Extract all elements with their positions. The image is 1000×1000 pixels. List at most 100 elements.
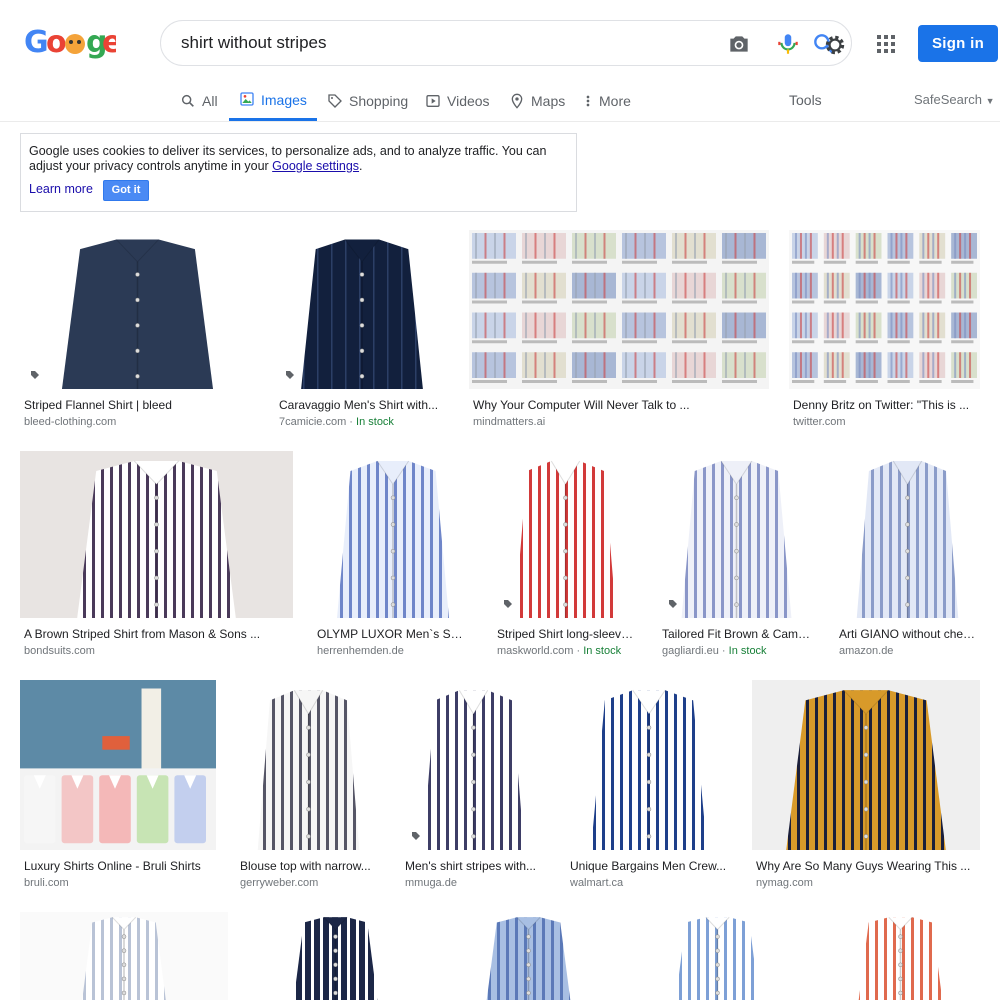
product-tag-icon	[499, 597, 517, 611]
apps-grid-icon[interactable]	[874, 32, 898, 56]
result-thumbnail[interactable]	[658, 451, 815, 618]
result-title[interactable]: Tailored Fit Brown & Camel...	[662, 627, 811, 641]
result-title[interactable]: Striped Shirt long-sleeve...	[497, 627, 634, 641]
tools-button[interactable]: Tools	[789, 92, 822, 108]
result-thumbnail[interactable]	[752, 680, 980, 850]
image-result[interactable]: Denny Britz on Twitter: "This is ... twit…	[789, 230, 980, 435]
voice-search-icon[interactable]	[775, 31, 801, 57]
search-box[interactable]	[160, 20, 852, 66]
image-result[interactable]: Caravaggio Men's Shirt with... 7camicie.c…	[275, 230, 449, 435]
result-thumbnail[interactable]	[313, 451, 473, 618]
result-title[interactable]: Denny Britz on Twitter: "This is ...	[793, 398, 976, 412]
result-source: amazon.de	[839, 645, 976, 657]
search-icon	[181, 94, 194, 107]
result-title[interactable]: Why Are So Many Guys Wearing This ...	[756, 859, 976, 873]
result-title[interactable]: Striped Flannel Shirt | bleed	[24, 398, 251, 412]
tab-images[interactable]: Images	[229, 80, 317, 121]
result-thumbnail[interactable]	[236, 680, 381, 850]
image-result[interactable]	[443, 912, 614, 1000]
image-result[interactable]	[634, 912, 801, 1000]
image-result[interactable]: Tailored Fit Brown & Camel... gagliardi.e…	[658, 451, 815, 664]
result-source: bleed-clothing.com	[24, 416, 251, 428]
sign-in-button[interactable]: Sign in	[918, 25, 998, 62]
image-result[interactable]: Why Are So Many Guys Wearing This ... nym…	[752, 680, 980, 896]
product-tag-icon	[281, 368, 299, 382]
separator: ·	[573, 645, 584, 657]
tab-all[interactable]: All	[180, 80, 218, 121]
result-title[interactable]: Blouse top with narrow...	[240, 859, 377, 873]
gear-icon[interactable]	[822, 32, 848, 58]
result-title[interactable]: Caravaggio Men's Shirt with...	[279, 398, 445, 412]
result-title[interactable]: Men's shirt stripes with...	[405, 859, 542, 873]
camera-icon[interactable]	[726, 31, 752, 57]
image-result[interactable]: Why Your Computer Will Never Talk to ...…	[469, 230, 769, 435]
result-title[interactable]: OLYMP LUXOR Men`s Shirt ...	[317, 627, 469, 641]
result-thumbnail[interactable]	[20, 680, 216, 850]
tab-label: Maps	[531, 92, 566, 109]
stock-status: In stock	[356, 416, 394, 428]
learn-more-link[interactable]: Learn more	[29, 182, 93, 197]
result-source: gagliardi.eu · In stock	[662, 645, 811, 657]
result-thumbnail[interactable]	[20, 230, 255, 389]
result-title[interactable]: Luxury Shirts Online - Bruli Shirts	[24, 859, 212, 873]
image-result[interactable]: Striped Shirt long-sleeve... maskworld.co…	[493, 451, 638, 664]
image-result[interactable]	[20, 912, 228, 1000]
product-tag-icon	[407, 829, 425, 843]
result-thumbnail[interactable]	[821, 912, 980, 1000]
result-source: nymag.com	[756, 877, 976, 889]
result-thumbnail[interactable]	[789, 230, 980, 389]
result-source: 7camicie.com · In stock	[279, 416, 445, 428]
google-settings-link[interactable]: Google settings	[272, 159, 359, 173]
tab-videos[interactable]: Videos	[425, 80, 490, 121]
cookie-text-end: .	[359, 159, 363, 173]
image-result[interactable]	[821, 912, 980, 1000]
search-input[interactable]	[181, 29, 701, 57]
result-thumbnail[interactable]	[493, 451, 638, 618]
result-thumbnail[interactable]	[469, 230, 769, 389]
result-source: walmart.ca	[570, 877, 728, 889]
image-result[interactable]: Luxury Shirts Online - Bruli Shirts bruli…	[20, 680, 216, 896]
svg-text:e: e	[102, 25, 116, 60]
result-thumbnail[interactable]	[275, 230, 449, 389]
google-doodle-logo[interactable]: G o g e	[24, 22, 122, 62]
image-result[interactable]: Blouse top with narrow... gerryweber.com	[236, 680, 381, 896]
result-thumbnail[interactable]	[20, 451, 293, 618]
image-result[interactable]	[248, 912, 423, 1000]
stock-status: In stock	[728, 645, 767, 657]
source-domain: gerryweber.com	[240, 877, 319, 889]
image-result[interactable]: OLYMP LUXOR Men`s Shirt ... herrenhemden.…	[313, 451, 473, 664]
result-source: mmuga.de	[405, 877, 542, 889]
source-domain: walmart.ca	[570, 877, 624, 889]
image-result[interactable]: A Brown Striped Shirt from Mason & Sons …	[20, 451, 293, 664]
result-thumbnail[interactable]	[401, 680, 546, 850]
result-thumbnail[interactable]	[835, 451, 980, 618]
result-title[interactable]: Arti GIANO without chest...	[839, 627, 976, 641]
map-pin-icon	[511, 93, 523, 109]
result-title[interactable]: Why Your Computer Will Never Talk to ...	[473, 398, 765, 412]
source-domain: maskworld.com	[497, 645, 574, 657]
image-result[interactable]: Men's shirt stripes with... mmuga.de	[401, 680, 546, 896]
result-thumbnail[interactable]	[248, 912, 423, 1000]
result-thumbnail[interactable]	[634, 912, 801, 1000]
result-thumbnail[interactable]	[443, 912, 614, 1000]
svg-text:o: o	[46, 25, 67, 60]
tab-shopping[interactable]: Shopping	[327, 80, 408, 121]
source-domain: gagliardi.eu	[662, 645, 719, 657]
source-domain: mindmatters.ai	[473, 416, 546, 428]
tab-label: All	[202, 92, 218, 109]
source-domain: twitter.com	[793, 416, 846, 428]
got-it-button[interactable]: Got it	[103, 180, 149, 201]
tab-more[interactable]: More	[583, 80, 631, 121]
safesearch-dropdown[interactable]: SafeSearch ▼	[914, 92, 994, 107]
image-result[interactable]: Arti GIANO without chest... amazon.de	[835, 451, 980, 664]
result-title[interactable]: Unique Bargains Men Crew...	[570, 859, 728, 873]
result-thumbnail[interactable]	[20, 912, 228, 1000]
image-result[interactable]: Unique Bargains Men Crew... walmart.ca	[566, 680, 732, 896]
tab-maps[interactable]: Maps	[509, 80, 565, 121]
separator: ·	[346, 416, 357, 428]
image-result[interactable]: Striped Flannel Shirt | bleed bleed-cloth…	[20, 230, 255, 435]
source-domain: amazon.de	[839, 645, 894, 657]
source-domain: bondsuits.com	[24, 645, 95, 657]
result-title[interactable]: A Brown Striped Shirt from Mason & Sons …	[24, 627, 289, 641]
result-thumbnail[interactable]	[566, 680, 732, 850]
